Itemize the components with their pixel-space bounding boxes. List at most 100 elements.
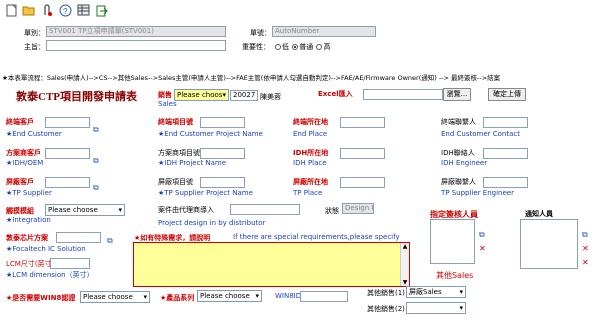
integration-en: ★Integration [6, 216, 51, 224]
browse-button[interactable]: 瀏覽... [443, 88, 471, 101]
export-icon[interactable] [94, 3, 108, 17]
other-sales1-select[interactable]: 屏廠Sales [406, 286, 466, 298]
other-sales-label: 其他Sales [436, 271, 474, 280]
notify-label: 通知人員 [525, 210, 553, 218]
win8-label: ★是否需要WIN8認證 [6, 294, 76, 302]
subject-input[interactable] [46, 40, 226, 51]
excel-import-label: Excel匯入 [318, 90, 353, 98]
special-requirements-textarea[interactable]: ▲ ▼ [133, 242, 410, 287]
tp-supplier-label: 屏廠客戶 [6, 178, 34, 186]
focaltech-label: 敦泰芯片方案 [6, 234, 48, 242]
tp-project-input[interactable] [200, 177, 245, 188]
open-folder-icon[interactable] [22, 3, 36, 17]
other-sales2-select[interactable] [406, 302, 466, 314]
win8id-label: WIN8ID [275, 292, 302, 300]
end-customer-en: ★End Customer [6, 130, 62, 138]
tp-engineer-en: TP Supplier Engineer [441, 189, 514, 197]
priority-normal-radio[interactable] [292, 44, 299, 50]
textarea-scrollbar[interactable]: ▲ ▼ [400, 243, 409, 286]
excel-file-field[interactable] [363, 89, 443, 100]
tp-place-label: 屏廠所在地 [293, 178, 328, 186]
focaltech-input[interactable] [56, 232, 101, 243]
priority-high-radio[interactable] [316, 44, 323, 50]
product-select[interactable]: Please choose [197, 290, 262, 302]
notify-add-icon[interactable]: ⧉ [582, 230, 592, 239]
tp-supplier-input[interactable] [45, 177, 90, 188]
doc-no-label: 單號： [250, 29, 271, 37]
new-document-icon[interactable] [4, 3, 18, 17]
priority-low-radio[interactable] [275, 44, 281, 50]
priority-label: 重要性： [242, 43, 270, 51]
end-place-input[interactable] [340, 117, 385, 128]
sales-en-label: Sales [158, 100, 177, 108]
lcm-en: ★LCM dimension（英寸） [6, 271, 94, 279]
sales-select[interactable]: Please choos [174, 89, 229, 101]
idh-engineer-en: IDH Engineer [441, 159, 488, 167]
approver-add-icon[interactable]: ⧉ [479, 230, 489, 239]
idh-input[interactable] [45, 148, 90, 159]
sales-label: 銷售 [158, 91, 172, 99]
tp-engineer-label: 屏廠聯繫人 [441, 178, 476, 186]
notify-clear-icon[interactable]: ✕ [582, 258, 592, 267]
end-contact-input[interactable] [483, 117, 528, 128]
idh-lookup-icon[interactable]: ⧉ [93, 156, 103, 165]
idh-label: 方案商客戶 [6, 149, 41, 157]
tp-place-input[interactable] [340, 177, 385, 188]
idh-project-label: 方案商項目號 [158, 149, 200, 157]
end-project-en: ★End Customer Project Name [158, 130, 263, 138]
end-project-input[interactable] [200, 117, 245, 128]
idh-place-label: IDH所在地 [293, 149, 329, 157]
end-contact-label: 終端聯繫人 [441, 118, 476, 126]
other-sales2-label: 其他銷售(2) [367, 305, 405, 313]
end-customer-label: 終端客戶 [6, 118, 34, 126]
idh-project-input[interactable] [200, 148, 245, 159]
tp-place-en: TP Place [293, 189, 323, 197]
tp-engineer-input[interactable] [483, 177, 528, 188]
sales-name: 陳美蓉 [260, 93, 281, 101]
idh-en: ★IDH/OEM [6, 159, 44, 167]
status-label: 狀態 [325, 207, 339, 215]
end-customer-lookup-icon[interactable]: ⧉ [93, 125, 103, 134]
toolbar: ? [0, 0, 600, 22]
idh-engineer-label: IDH聯絡人 [441, 149, 475, 157]
product-label: ★產品系列 [160, 294, 195, 302]
doc-no-field: AutoNumber [272, 26, 376, 37]
attachment-icon[interactable] [40, 3, 54, 17]
end-place-label: 終端所在地 [293, 118, 328, 126]
priority-normal-label: 普通 [299, 43, 314, 51]
grid-icon[interactable] [76, 3, 90, 17]
help-icon[interactable]: ? [58, 3, 72, 17]
approver-list[interactable] [430, 219, 475, 264]
end-customer-input[interactable] [45, 117, 90, 128]
special-en: If there are special requirements,please… [233, 233, 400, 241]
form-type-field: STV001 TP立項申請單(STV001) [46, 26, 226, 37]
distributor-label: 案件由代理商導入 [158, 206, 214, 214]
end-place-en: End Place [293, 130, 328, 138]
lcm-input[interactable] [50, 258, 90, 269]
notify-remove-icon[interactable]: ✕ [582, 244, 592, 253]
approver-remove-icon[interactable]: ✕ [479, 244, 489, 253]
notify-list[interactable] [520, 219, 578, 269]
upload-button[interactable]: 確定上傳 [488, 88, 526, 101]
distributor-input[interactable] [230, 204, 300, 215]
win8id-input[interactable] [300, 291, 348, 302]
tp-supplier-en: ★TP Supplier [6, 189, 52, 197]
idh-project-en: ★IDH Project Name [158, 159, 227, 167]
flow-description: ★本表單流程：Sales(申請人)-->CS-->其他Sales-->Sales… [2, 74, 501, 82]
sales-id-field[interactable]: 20027 [230, 90, 258, 101]
svg-text:?: ? [63, 7, 68, 16]
idh-place-input[interactable] [340, 148, 385, 159]
idh-place-en: IDH Place [293, 159, 327, 167]
tp-project-en: ★TP Supplier Project Name [158, 189, 253, 197]
priority-low-label: 低 [282, 43, 289, 51]
subject-label: 主旨： [24, 43, 45, 51]
tp-supplier-lookup-icon[interactable]: ⧉ [93, 183, 103, 192]
focaltech-en: ★Focaltech IC Solution [6, 245, 86, 253]
win8-select[interactable]: Please choose [80, 291, 150, 303]
idh-engineer-input[interactable] [483, 148, 528, 159]
end-project-label: 終端項目號 [158, 118, 193, 126]
form-title: 敦泰CTP項目開發申請表 [16, 91, 137, 103]
focaltech-lookup-icon[interactable]: ⧉ [107, 236, 117, 245]
priority-high-label: 高 [323, 43, 331, 51]
integration-select[interactable]: Please choose [45, 204, 125, 216]
